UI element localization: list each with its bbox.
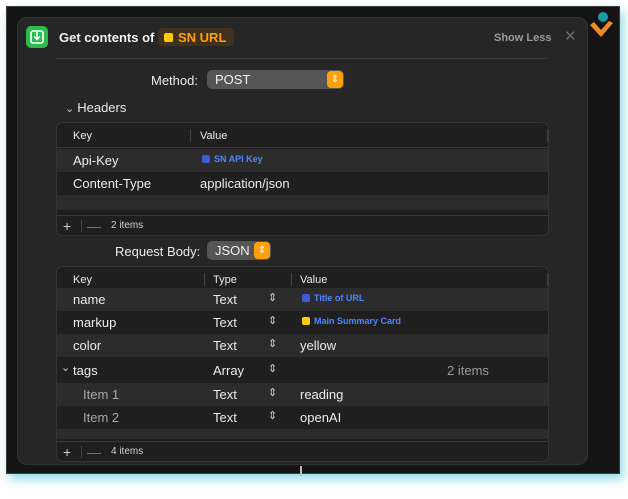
add-row-button[interactable]: + [63,444,71,460]
header-value[interactable]: application/json [200,176,290,191]
headers-disclosure[interactable]: ⌄ Headers [65,100,126,115]
close-icon[interactable]: ✕ [564,27,577,45]
field-key[interactable]: Item 2 [83,410,119,425]
method-label: Method: [151,73,198,88]
request-body-table: Key Type Value name Text ⇕ Title of URL … [56,266,549,462]
action-title: Get contents of [59,30,155,45]
field-value[interactable]: Title of URL [302,292,364,307]
remove-row-button[interactable]: — [87,218,101,234]
header-key[interactable]: Api-Key [73,153,119,168]
table-row[interactable]: Content-Type application/json [57,172,548,195]
variable-label: SN API Key [214,154,263,164]
field-type[interactable]: Array [213,363,244,378]
header-divider [56,58,547,59]
table-row[interactable]: markup Text ⇕ Main Summary Card [57,311,548,334]
show-less-button[interactable]: Show Less [494,32,551,44]
field-type[interactable]: Text [213,410,237,425]
method-select[interactable]: POST ⇕ [207,70,344,89]
url-variable-token[interactable]: SN URL [158,28,235,46]
column-divider [204,273,205,286]
type-stepper-icon[interactable]: ⇕ [268,337,277,350]
download-icon [26,26,48,48]
frame-divider [300,466,302,476]
type-stepper-icon[interactable]: ⇕ [268,314,277,327]
variable-token[interactable]: Main Summary Card [302,316,401,326]
field-type[interactable]: Text [213,315,237,330]
field-type[interactable]: Text [213,387,237,402]
type-stepper-icon[interactable]: ⇕ [268,386,277,399]
table-row[interactable]: ⌄ tags Array ⇕ 2 items [57,357,548,383]
request-body-value: JSON [215,243,250,258]
field-value[interactable]: Main Summary Card [302,315,401,330]
variable-icon [202,155,210,163]
column-header-type: Type [213,274,237,286]
remove-row-button[interactable]: — [87,444,101,460]
column-divider [190,129,191,142]
headers-table-footer: + — 2 items [57,215,548,235]
column-divider [547,129,548,142]
empty-row [57,429,548,439]
variable-icon [164,32,173,42]
chevron-down-icon: ⌄ [65,103,75,115]
table-row[interactable]: Item 2 Text ⇕ openAI [57,406,548,429]
table-row[interactable]: color Text ⇕ yellow [57,334,548,357]
table-row[interactable]: Item 1 Text ⇕ reading [57,383,548,406]
column-divider [547,273,548,286]
action-card: Get contents of SN URL Show Less ✕ Metho… [17,17,588,465]
headers-label: Headers [77,100,127,115]
column-divider [291,273,292,286]
array-count: 2 items [447,363,489,378]
headers-table-header: Key Value [57,123,548,148]
request-body-select[interactable]: JSON ⇕ [207,241,271,260]
variable-icon [302,294,310,302]
table-row[interactable]: Api-Key SN API Key [57,149,548,172]
chevron-down-icon[interactable]: ⌄ [61,361,70,374]
variable-label: Main Summary Card [314,316,402,326]
items-count: 4 items [111,446,144,457]
footer-divider [81,220,82,232]
field-key[interactable]: markup [73,315,116,330]
stepper-icon: ⇕ [254,242,270,259]
field-value[interactable]: openAI [300,410,341,425]
variable-label: Title of URL [314,293,365,303]
field-value[interactable]: reading [300,387,343,402]
request-body-label: Request Body: [115,244,201,259]
empty-row [57,195,548,210]
field-key[interactable]: Item 1 [83,387,119,402]
field-type[interactable]: Text [213,338,237,353]
header-key[interactable]: Content-Type [73,176,151,191]
table-row[interactable]: name Text ⇕ Title of URL [57,288,548,311]
variable-token[interactable]: SN API Key [202,154,263,164]
field-key[interactable]: tags [73,363,98,378]
footer-divider [81,446,82,458]
field-key[interactable]: name [73,292,106,307]
type-stepper-icon[interactable]: ⇕ [268,362,277,375]
variable-token[interactable]: Title of URL [302,293,364,303]
method-value: POST [215,72,251,87]
type-stepper-icon[interactable]: ⇕ [268,291,277,304]
action-header: Get contents of SN URL Show Less ✕ [18,18,587,58]
column-header-key: Key [73,130,92,142]
shortcuts-badge-icon [590,12,613,37]
field-type[interactable]: Text [213,292,237,307]
column-header-key: Key [73,274,92,286]
column-header-value: Value [300,274,328,286]
column-header-value: Value [200,130,228,142]
field-value[interactable]: yellow [300,338,336,353]
header-value[interactable]: SN API Key [202,153,263,168]
stepper-icon: ⇕ [327,71,343,88]
items-count: 2 items [111,220,144,231]
add-row-button[interactable]: + [63,218,71,234]
type-stepper-icon[interactable]: ⇕ [268,409,277,422]
variable-icon [302,317,310,325]
field-key[interactable]: color [73,338,101,353]
body-table-footer: + — 4 items [57,441,548,461]
headers-table: Key Value Api-Key SN API Key Content-Typ… [56,122,549,236]
url-variable-label: SN URL [178,29,227,45]
